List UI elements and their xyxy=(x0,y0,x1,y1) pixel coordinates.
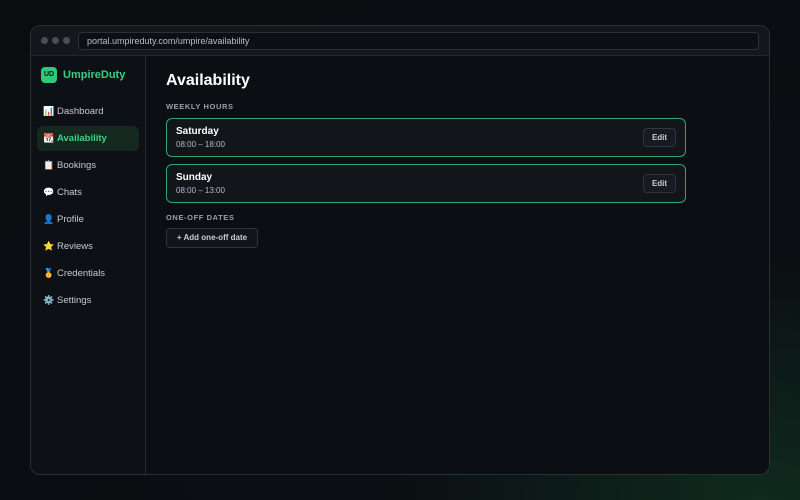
sidebar-item-label: Credentials xyxy=(57,268,106,279)
add-one-off-date-button[interactable]: + Add one-off date xyxy=(166,228,258,248)
calendar-icon: 📆 xyxy=(43,133,55,143)
main-content: Availability WEEKLY HOURS Saturday 08:00… xyxy=(147,56,769,474)
weekly-hours-card-saturday: Saturday 08:00 – 18:00 Edit xyxy=(166,118,686,157)
sidebar-item-label: Settings xyxy=(57,295,92,306)
address-bar[interactable]: portal.umpireduty.com/umpire/availabilit… xyxy=(78,32,759,50)
sidebar: UD UmpireDuty 📊 Dashboard 📆 Availability… xyxy=(31,56,146,474)
day-name: Sunday xyxy=(176,172,213,183)
clipboard-icon: 📋 xyxy=(43,160,55,170)
window-minimize-dot[interactable] xyxy=(52,37,59,44)
hours-range: 08:00 – 18:00 xyxy=(176,140,225,149)
one-off-dates-heading: ONE-OFF DATES xyxy=(166,213,235,222)
sidebar-item-settings[interactable]: ⚙️ Settings xyxy=(37,288,139,313)
browser-window: portal.umpireduty.com/umpire/availabilit… xyxy=(30,25,770,475)
brand-name: UmpireDuty xyxy=(63,69,126,81)
day-name: Saturday xyxy=(176,126,219,137)
sidebar-item-profile[interactable]: 👤 Profile xyxy=(37,207,139,232)
sidebar-item-label: Profile xyxy=(57,214,84,225)
sidebar-item-label: Reviews xyxy=(57,241,93,252)
edit-saturday-button[interactable]: Edit xyxy=(643,128,676,147)
sidebar-item-bookings[interactable]: 📋 Bookings xyxy=(37,153,139,178)
weekly-hours-card-sunday: Sunday 08:00 – 13:00 Edit xyxy=(166,164,686,203)
sidebar-item-reviews[interactable]: ⭐ Reviews xyxy=(37,234,139,259)
sidebar-item-label: Availability xyxy=(57,133,107,144)
star-icon: ⭐ xyxy=(43,241,55,251)
hours-range: 08:00 – 13:00 xyxy=(176,186,225,195)
sidebar-item-availability[interactable]: 📆 Availability xyxy=(37,126,139,151)
speech-bubble-icon: 💬 xyxy=(43,187,55,197)
page-title: Availability xyxy=(166,72,250,89)
user-icon: 👤 xyxy=(43,214,55,224)
title-bar: portal.umpireduty.com/umpire/availabilit… xyxy=(31,26,769,56)
medal-icon: 🥇 xyxy=(43,268,55,278)
gear-icon: ⚙️ xyxy=(43,295,55,305)
window-close-dot[interactable] xyxy=(41,37,48,44)
sidebar-item-label: Bookings xyxy=(57,160,97,171)
sidebar-item-dashboard[interactable]: 📊 Dashboard xyxy=(37,99,139,124)
window-maximize-dot[interactable] xyxy=(63,37,70,44)
sidebar-nav: 📊 Dashboard 📆 Availability 📋 Bookings 💬 … xyxy=(31,99,145,313)
sidebar-item-label: Dashboard xyxy=(57,106,104,117)
sidebar-item-label: Chats xyxy=(57,187,82,198)
sidebar-item-chats[interactable]: 💬 Chats xyxy=(37,180,139,205)
brand[interactable]: UD UmpireDuty xyxy=(41,67,145,83)
weekly-hours-heading: WEEKLY HOURS xyxy=(166,102,234,111)
edit-sunday-button[interactable]: Edit xyxy=(643,174,676,193)
brand-logo-badge: UD xyxy=(41,67,57,83)
chart-icon: 📊 xyxy=(43,106,55,116)
sidebar-item-credentials[interactable]: 🥇 Credentials xyxy=(37,261,139,286)
